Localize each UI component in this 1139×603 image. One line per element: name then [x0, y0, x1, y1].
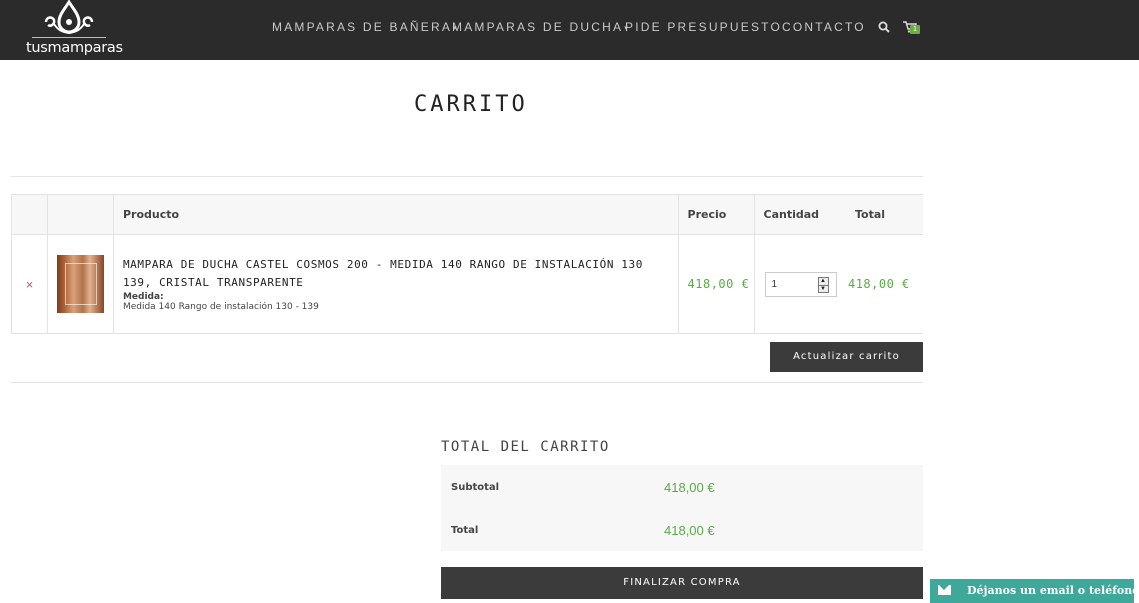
col-total: Total — [845, 194, 923, 235]
price-cell: 418,00 € — [677, 234, 755, 334]
product-price: 418,00 € — [687, 277, 750, 291]
logo-divider — [32, 37, 106, 38]
quantity-stepper: ▲ ▼ — [764, 271, 837, 297]
cart-totals-table: Subtotal 418,00 € Total 418,00 € — [441, 465, 923, 551]
divider — [11, 382, 923, 383]
brand-logo[interactable]: tusmamparas — [26, 0, 123, 58]
brand-name: tusmamparas — [26, 40, 123, 56]
remove-item-icon[interactable]: × — [12, 277, 47, 292]
nav-label: PIDE PRESUPUESTO — [625, 20, 783, 34]
quantity-cell: ▲ ▼ — [753, 234, 846, 334]
quantity-spinner[interactable]: ▲ ▼ — [817, 276, 829, 293]
logo-drops-icon — [44, 0, 94, 35]
site-header: tusmamparas MAMPARAS DE BAÑERA▾ MAMPARAS… — [0, 0, 1139, 60]
col-price: Precio — [677, 194, 755, 235]
line-total: 418,00 € — [847, 277, 910, 291]
col-thumbnail — [46, 194, 114, 235]
increment-icon[interactable]: ▲ — [819, 278, 828, 285]
col-remove — [11, 194, 48, 235]
nav-mamparas-banera[interactable]: MAMPARAS DE BAÑERA▾ — [272, 20, 457, 34]
nav-label: MAMPARAS DE BAÑERA — [272, 20, 453, 34]
nav-contacto[interactable]: CONTACTO — [782, 20, 866, 34]
total-cell: 418,00 € — [845, 234, 923, 334]
table-row: × MAMPARA DE DUCHA CASTEL COSMOS 200 - M… — [11, 234, 923, 334]
subtotal-value: 418,00 € — [664, 480, 715, 495]
subtotal-label: Subtotal — [451, 482, 500, 493]
product-meta-label: Medida: — [122, 292, 164, 302]
col-quantity: Cantidad — [753, 194, 846, 235]
search-icon[interactable] — [878, 21, 890, 33]
product-thumbnail[interactable] — [56, 255, 104, 313]
contact-widget-label: Déjanos un email o teléfono — [967, 584, 1139, 597]
contact-widget-button[interactable]: Déjanos un email o teléfono — [930, 579, 1139, 603]
nav-mamparas-ducha[interactable]: MAMPARAS DE DUCHA▾ — [452, 20, 628, 34]
cart-totals-title: TOTAL DEL CARRITO — [441, 439, 610, 455]
remove-cell: × — [11, 234, 48, 334]
total-label: Total — [451, 525, 479, 536]
page-title: CARRITO — [414, 92, 528, 117]
table-header-row: Producto Precio Cantidad Total — [11, 194, 923, 235]
checkout-button[interactable]: FINALIZAR COMPRA — [441, 567, 923, 599]
update-cart-button[interactable]: Actualizar carrito — [770, 342, 923, 372]
product-meta-value: Medida 140 Rango de instalación 130 - 13… — [122, 302, 319, 312]
cart-count-badge: 1 — [910, 25, 920, 34]
product-cell: MAMPARA DE DUCHA CASTEL COSMOS 200 - MED… — [112, 234, 679, 334]
divider — [11, 176, 923, 177]
product-name-link[interactable]: MAMPARA DE DUCHA CASTEL COSMOS 200 - MED… — [114, 256, 678, 292]
envelope-icon — [938, 585, 951, 595]
nav-label: MAMPARAS DE DUCHA — [452, 20, 624, 34]
total-value: 418,00 € — [664, 523, 715, 538]
nav-label: CONTACTO — [782, 20, 866, 34]
nav-pide-presupuesto[interactable]: PIDE PRESUPUESTO — [625, 20, 782, 34]
thumbnail-cell — [46, 234, 114, 334]
decrement-icon[interactable]: ▼ — [818, 284, 828, 292]
cart-table: Producto Precio Cantidad Total × MAMPARA… — [11, 194, 923, 334]
col-product: Producto — [112, 194, 679, 235]
quantity-input[interactable] — [765, 272, 816, 296]
